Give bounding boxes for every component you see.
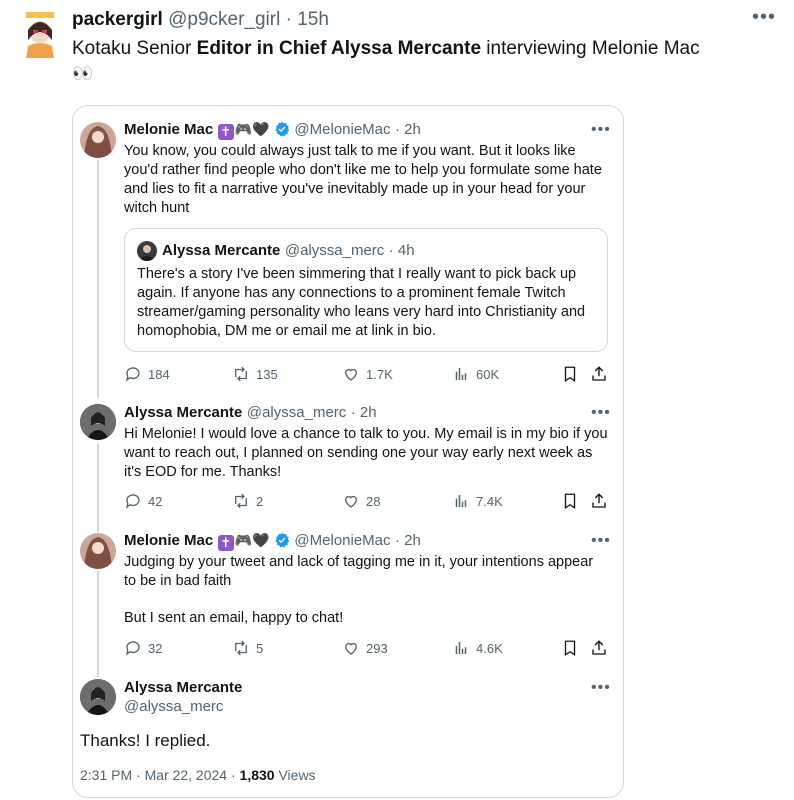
repost-icon [235, 640, 247, 656]
more-options-icon[interactable]: ••• [752, 6, 776, 29]
post-time[interactable]: · 15h [286, 9, 329, 30]
alyssa-avatar[interactable] [80, 679, 116, 715]
views-button[interactable]: 4.6K [452, 639, 503, 657]
repost-button[interactable]: 135 [232, 365, 278, 383]
repost-icon [235, 366, 247, 382]
post-text: Kotaku Senior Editor in Chief Alyssa Mer… [72, 38, 700, 59]
post3-text-2: But I sent an email, happy to chat! [124, 610, 344, 626]
quote-text: There's a story I've been simmering that… [137, 266, 586, 339]
post2-name[interactable]: Alyssa Mercante [124, 404, 242, 421]
like-button[interactable]: 293 [342, 639, 388, 657]
post2-time[interactable]: · 2h [351, 404, 377, 421]
bookmark-icon[interactable] [561, 639, 579, 657]
views-button[interactable]: 7.4K [452, 492, 503, 510]
views-chart-icon [455, 642, 467, 654]
views-chart-icon [455, 368, 467, 380]
post3-more-icon[interactable]: ••• [591, 532, 611, 550]
bookmark-icon[interactable] [561, 365, 579, 383]
author-name[interactable]: packergirl [72, 9, 163, 30]
post3-handle[interactable]: @MelonieMac [294, 532, 390, 549]
post2-more-icon[interactable]: ••• [591, 404, 611, 422]
views-chart-icon [455, 495, 467, 507]
alyssa-quote-avatar [137, 241, 157, 261]
quote-handle: @alyssa_merc [284, 242, 385, 259]
gamepad-emoji-icon: 🎮 [234, 121, 253, 137]
post2-text: Hi Melonie! I would love a chance to tal… [124, 426, 608, 480]
packergirl-avatar[interactable] [20, 10, 60, 58]
share-icon[interactable] [590, 365, 608, 383]
verified-badge-icon [275, 121, 290, 137]
post2-handle[interactable]: @alyssa_merc [247, 404, 346, 421]
post3-name[interactable]: Melonie Mac [124, 532, 213, 549]
post4-handle[interactable]: @alyssa_merc [124, 698, 223, 715]
thread-line [97, 571, 99, 677]
post4-more-icon[interactable]: ••• [591, 679, 611, 697]
gamepad-emoji-icon: 🎮 [234, 532, 253, 548]
reply-icon [125, 367, 140, 382]
post1-handle[interactable]: @MelonieMac [294, 121, 390, 138]
like-button[interactable]: 28 [342, 492, 380, 510]
post3-text: Judging by your tweet and lack of taggin… [124, 554, 594, 589]
reply-button[interactable]: 32 [124, 639, 162, 657]
share-icon[interactable] [590, 492, 608, 510]
cross-emoji-icon: ✝ [217, 124, 234, 140]
post4-timestamp[interactable]: 2:31 PM · Mar 22, 2024 · 1,830 Views [80, 767, 316, 783]
black-heart-emoji-icon: 🖤 [252, 532, 270, 548]
reply-icon [125, 641, 140, 656]
reply-icon [125, 494, 140, 509]
post3-time[interactable]: · 2h [395, 532, 421, 549]
thread-line [97, 444, 99, 532]
reply-button[interactable]: 42 [124, 492, 162, 510]
quote-name: Alyssa Mercante [162, 242, 281, 259]
cross-emoji-icon: ✝ [217, 535, 234, 551]
quote-time: · 4h [388, 242, 415, 259]
reply-button[interactable]: 184 [124, 365, 170, 383]
post4-text: Thanks! I replied. [80, 731, 211, 750]
melonie-avatar[interactable] [80, 533, 116, 569]
post4-name[interactable]: Alyssa Mercante [124, 679, 242, 696]
heart-icon [345, 495, 357, 508]
bookmark-icon[interactable] [561, 492, 579, 510]
repost-icon [235, 493, 247, 509]
post1-time[interactable]: · 2h [395, 121, 421, 138]
author-handle[interactable]: @p9cker_girl [168, 9, 280, 30]
views-button[interactable]: 60K [452, 365, 499, 383]
melonie-avatar[interactable] [80, 122, 116, 158]
eyes-emoji: 👀 [72, 64, 94, 83]
repost-button[interactable]: 5 [232, 639, 263, 657]
post1-more-icon[interactable]: ••• [591, 121, 611, 139]
like-button[interactable]: 1.7K [342, 365, 393, 383]
heart-icon [345, 368, 357, 381]
black-heart-emoji-icon: 🖤 [252, 121, 270, 137]
heart-icon [345, 642, 357, 655]
alyssa-avatar[interactable] [80, 404, 116, 440]
repost-button[interactable]: 2 [232, 492, 263, 510]
post1-name[interactable]: Melonie Mac [124, 121, 213, 138]
share-icon[interactable] [590, 639, 608, 657]
post1-text: You know, you could always just talk to … [124, 143, 602, 216]
thread-line [97, 160, 99, 398]
verified-badge-icon [275, 532, 290, 548]
